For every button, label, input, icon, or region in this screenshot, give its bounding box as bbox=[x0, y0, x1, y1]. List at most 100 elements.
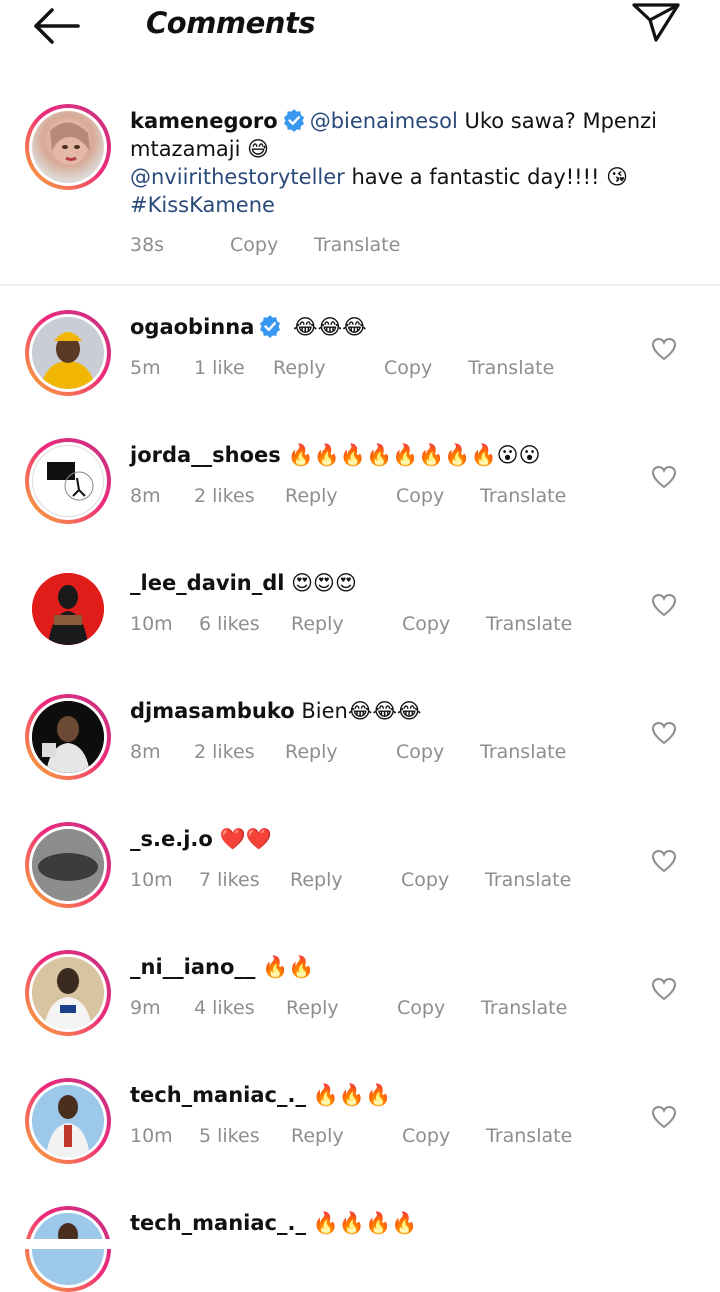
comment-text: 😍😍😍 bbox=[291, 571, 357, 595]
comment-text: 🔥🔥🔥🔥🔥🔥🔥🔥😮😮 bbox=[287, 443, 541, 467]
comment-likes[interactable]: 7 likes bbox=[199, 869, 260, 891]
caption-text: mtazamaji bbox=[130, 137, 241, 161]
comment-username[interactable]: ogaobinna bbox=[130, 315, 254, 339]
comment-username[interactable]: _lee_davin_dl bbox=[130, 571, 284, 595]
share-button[interactable] bbox=[628, 0, 684, 46]
like-button[interactable] bbox=[651, 593, 677, 617]
verified-badge-icon bbox=[258, 314, 282, 345]
avatar[interactable] bbox=[25, 310, 111, 396]
page-title: Comments bbox=[146, 6, 316, 40]
heart-icon bbox=[651, 593, 677, 617]
paper-plane-icon bbox=[632, 3, 680, 42]
caption-translate-button[interactable]: Translate bbox=[314, 234, 400, 256]
caption-username[interactable]: kamenegoro bbox=[130, 109, 278, 133]
like-button[interactable] bbox=[651, 977, 677, 1001]
comment-copy-button[interactable]: Copy bbox=[384, 357, 432, 379]
comment-likes[interactable]: 2 likes bbox=[194, 485, 255, 507]
caption-text: Uko sawa? Mpenzi bbox=[457, 109, 658, 133]
comment-reply-button[interactable]: Reply bbox=[286, 997, 339, 1019]
avatar[interactable] bbox=[25, 1078, 111, 1164]
comment-copy-button[interactable]: Copy bbox=[396, 741, 444, 763]
avatar[interactable] bbox=[25, 104, 111, 190]
comment-username[interactable]: djmasambuko bbox=[130, 699, 295, 723]
comment-translate-button[interactable]: Translate bbox=[481, 997, 567, 1019]
caption-copy-button[interactable]: Copy bbox=[230, 234, 278, 256]
comment-time: 8m bbox=[130, 485, 161, 507]
comment-username[interactable]: _ni__iano__ bbox=[130, 955, 255, 979]
comment-likes[interactable]: 5 likes bbox=[199, 1125, 260, 1147]
comment-text-line: jorda__shoes 🔥🔥🔥🔥🔥🔥🔥🔥😮😮 bbox=[130, 441, 540, 469]
avatar[interactable] bbox=[25, 822, 111, 908]
comment-username[interactable]: tech_maniac_._ bbox=[130, 1083, 306, 1107]
comment-text-line: ogaobinna 😂😂😂 bbox=[130, 313, 367, 345]
comment-reply-button[interactable]: Reply bbox=[285, 741, 338, 763]
heart-icon bbox=[651, 465, 677, 489]
comment-copy-button[interactable]: Copy bbox=[396, 485, 444, 507]
back-button[interactable] bbox=[28, 6, 84, 46]
avatar[interactable] bbox=[25, 950, 111, 1036]
caption-mention[interactable]: @nviirithestoryteller bbox=[130, 165, 345, 189]
comment-copy-button[interactable]: Copy bbox=[402, 1125, 450, 1147]
comment-copy-button[interactable]: Copy bbox=[402, 613, 450, 635]
back-arrow-icon bbox=[34, 8, 80, 44]
comment-time: 10m bbox=[130, 869, 173, 891]
comment-username[interactable]: tech_maniac_._ bbox=[130, 1211, 306, 1235]
caption-line-3: @nviirithestoryteller have a fantastic d… bbox=[130, 163, 628, 191]
comment-translate-button[interactable]: Translate bbox=[480, 485, 566, 507]
heart-icon bbox=[651, 849, 677, 873]
comment-time: 10m bbox=[130, 613, 173, 635]
comment-translate-button[interactable]: Translate bbox=[480, 741, 566, 763]
caption-time: 38s bbox=[130, 234, 165, 256]
comment-text-line: _ni__iano__ 🔥🔥 bbox=[130, 953, 314, 981]
like-button[interactable] bbox=[651, 337, 677, 361]
caption-mention[interactable]: @bienaimesol bbox=[310, 109, 458, 133]
sweat-smile-emoji: 😅 bbox=[247, 137, 270, 161]
avatar[interactable] bbox=[25, 694, 111, 780]
comment-reply-button[interactable]: Reply bbox=[291, 613, 344, 635]
comment-reply-button[interactable]: Reply bbox=[273, 357, 326, 379]
comment-reply-button[interactable]: Reply bbox=[291, 1125, 344, 1147]
comment-username[interactable]: jorda__shoes bbox=[130, 443, 281, 467]
comment-username[interactable]: _s.e.j.o bbox=[130, 827, 213, 851]
comment-likes[interactable]: 4 likes bbox=[194, 997, 255, 1019]
comment-text-line: _s.e.j.o ❤️❤️ bbox=[130, 825, 272, 853]
comment-likes[interactable]: 2 likes bbox=[194, 741, 255, 763]
comment-text: Bien😂😂😂 bbox=[301, 699, 422, 723]
like-button[interactable] bbox=[651, 849, 677, 873]
bottom-edge bbox=[0, 1239, 720, 1249]
like-button[interactable] bbox=[651, 721, 677, 745]
comment-text: 🔥🔥🔥 bbox=[312, 1083, 392, 1107]
comment-translate-button[interactable]: Translate bbox=[485, 869, 571, 891]
comment-reply-button[interactable]: Reply bbox=[285, 485, 338, 507]
comment-text: 😂😂😂 bbox=[293, 315, 367, 339]
avatar[interactable] bbox=[25, 566, 111, 652]
comment-copy-button[interactable]: Copy bbox=[401, 869, 449, 891]
comment-time: 5m bbox=[130, 357, 161, 379]
comment-text-line: tech_maniac_._ 🔥🔥🔥🔥 bbox=[130, 1209, 417, 1237]
kiss-emoji: 😘 bbox=[606, 165, 629, 189]
comment-time: 8m bbox=[130, 741, 161, 763]
comment-text-line: tech_maniac_._ 🔥🔥🔥 bbox=[130, 1081, 391, 1109]
heart-icon bbox=[651, 337, 677, 361]
like-button[interactable] bbox=[651, 465, 677, 489]
verified-badge-icon bbox=[282, 108, 306, 139]
comment-translate-button[interactable]: Translate bbox=[468, 357, 554, 379]
comment-reply-button[interactable]: Reply bbox=[290, 869, 343, 891]
comment-translate-button[interactable]: Translate bbox=[486, 1125, 572, 1147]
divider bbox=[0, 284, 720, 286]
avatar[interactable] bbox=[25, 1206, 111, 1292]
heart-icon bbox=[651, 1105, 677, 1129]
comment-time: 10m bbox=[130, 1125, 173, 1147]
caption-hashtag[interactable]: #KissKamene bbox=[130, 193, 275, 217]
comment-text-line: _lee_davin_dl 😍😍😍 bbox=[130, 569, 357, 597]
comment-translate-button[interactable]: Translate bbox=[486, 613, 572, 635]
comment-likes[interactable]: 1 like bbox=[194, 357, 245, 379]
top-bar: Comments bbox=[0, 0, 720, 52]
comment-likes[interactable]: 6 likes bbox=[199, 613, 260, 635]
like-button[interactable] bbox=[651, 1105, 677, 1129]
comment-time: 9m bbox=[130, 997, 161, 1019]
avatar[interactable] bbox=[25, 438, 111, 524]
comment-copy-button[interactable]: Copy bbox=[397, 997, 445, 1019]
comment-text: 🔥🔥🔥🔥 bbox=[312, 1211, 418, 1235]
comment-text-line: djmasambuko Bien😂😂😂 bbox=[130, 697, 421, 725]
